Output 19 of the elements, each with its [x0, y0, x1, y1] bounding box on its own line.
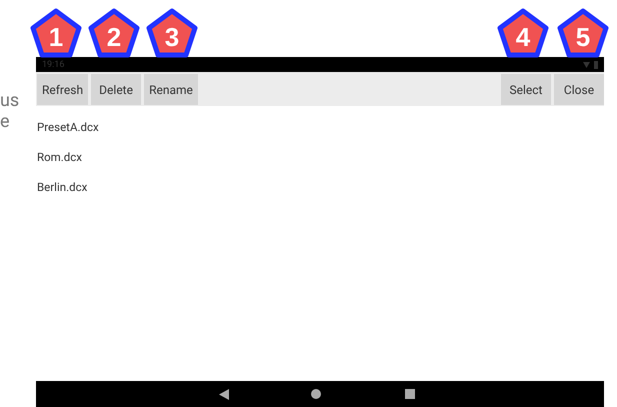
callout-badge: 5	[557, 8, 609, 58]
file-item[interactable]: PresetA.dcx	[36, 112, 604, 142]
callout-badge: 2	[88, 8, 140, 58]
callout-badge: 4	[497, 8, 549, 58]
home-icon[interactable]	[311, 389, 321, 399]
cropped-text: us	[0, 90, 20, 111]
callout-badge: 1	[30, 8, 82, 58]
toolbar-button[interactable]: Rename	[144, 74, 198, 105]
cropped-text: e	[0, 111, 10, 132]
callout-badge: 3	[146, 8, 198, 58]
file-item[interactable]: Berlin.dcx	[36, 172, 604, 202]
toolbar-button[interactable]: Close	[554, 74, 604, 105]
wifi-icon	[583, 62, 590, 68]
toolbar-button[interactable]: Refresh	[37, 74, 88, 105]
battery-icon	[594, 60, 598, 68]
toolbar-button[interactable]: Delete	[91, 74, 142, 105]
back-icon[interactable]	[219, 388, 229, 400]
toolbar-button[interactable]: Select	[501, 74, 551, 105]
file-item[interactable]: Rom.dcx	[36, 142, 604, 172]
